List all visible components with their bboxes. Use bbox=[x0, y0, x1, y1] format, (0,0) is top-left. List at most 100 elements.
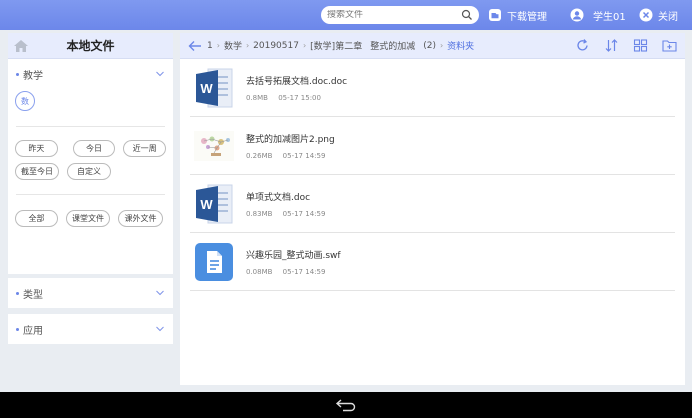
chevron-down-icon bbox=[156, 290, 164, 296]
breadcrumb-item[interactable]: 1 bbox=[207, 41, 213, 51]
close-icon bbox=[639, 8, 653, 22]
subject-section-header[interactable]: 教学 bbox=[8, 59, 173, 89]
breadcrumb-item[interactable]: 数学 bbox=[224, 39, 242, 52]
app-section-label: 应用 bbox=[23, 325, 43, 337]
home-icon bbox=[14, 39, 28, 52]
chevron-down-icon bbox=[156, 326, 164, 332]
search-box[interactable] bbox=[321, 6, 479, 24]
file-thumbnail bbox=[192, 240, 236, 284]
user-button[interactable]: 学生01 bbox=[570, 6, 626, 24]
bullet-dot bbox=[16, 72, 19, 76]
subject-filter-panel: 教学 数 昨天 今日 近一周 截至今日 自定义 全部 课堂文件 课外文件 bbox=[8, 59, 173, 274]
user-avatar-icon bbox=[570, 8, 584, 22]
toolbar bbox=[575, 38, 677, 53]
file-meta: 0.8MB 05-17 15:00 bbox=[246, 94, 347, 102]
new-folder-icon[interactable] bbox=[662, 38, 677, 53]
svg-text:W: W bbox=[200, 197, 213, 212]
file-row[interactable]: W 去括号拓展文档.doc.doc 0.8MB 05-17 15:00 bbox=[190, 59, 675, 117]
filter-custom[interactable]: 自定义 bbox=[67, 163, 111, 180]
file-row[interactable]: 兴趣乐园_整式动画.swf 0.08MB 05-17 14:59 bbox=[190, 233, 675, 291]
file-row[interactable]: W 单项式文档.doc 0.83MB 05-17 14:59 bbox=[190, 175, 675, 233]
filter-all[interactable]: 全部 bbox=[15, 210, 58, 227]
filter-extra-files[interactable]: 课外文件 bbox=[118, 210, 163, 227]
file-name: 兴趣乐园_整式动画.swf bbox=[246, 250, 341, 261]
filter-today[interactable]: 今日 bbox=[72, 140, 116, 157]
file-size: 0.8MB bbox=[246, 93, 268, 102]
home-button[interactable] bbox=[8, 33, 34, 59]
file-name: 去括号拓展文档.doc.doc bbox=[246, 76, 348, 87]
sort-icon[interactable] bbox=[604, 38, 619, 53]
type-section-header[interactable]: 类型 bbox=[8, 278, 173, 308]
breadcrumb-separator: › bbox=[245, 41, 250, 50]
download-manager-icon bbox=[489, 9, 501, 21]
close-label: 关闭 bbox=[658, 11, 678, 23]
file-name: 整式的加减图片2.png bbox=[246, 134, 335, 145]
bullet-dot bbox=[16, 327, 19, 331]
file-info: 整式的加减图片2.png 0.26MB 05-17 14:59 bbox=[246, 132, 335, 160]
user-name: 学生01 bbox=[593, 11, 626, 23]
breadcrumb-separator: › bbox=[216, 41, 220, 50]
breadcrumb-item[interactable]: 整式的加减 bbox=[370, 39, 415, 52]
grid-view-icon[interactable] bbox=[633, 38, 648, 53]
divider bbox=[16, 126, 165, 127]
left-panel-title: 本地文件 bbox=[66, 39, 115, 53]
file-icon bbox=[195, 242, 233, 281]
filter-class-files[interactable]: 课堂文件 bbox=[66, 210, 110, 227]
back-arrow-icon[interactable] bbox=[188, 40, 202, 52]
file-size: 0.83MB bbox=[246, 209, 273, 218]
file-info: 去括号拓展文档.doc.doc 0.8MB 05-17 15:00 bbox=[246, 74, 347, 102]
filter-last-week[interactable]: 近一周 bbox=[123, 140, 167, 157]
breadcrumb-separator: › bbox=[302, 41, 307, 50]
image-icon bbox=[194, 130, 234, 161]
bullet-dot bbox=[16, 291, 19, 295]
file-info: 单项式文档.doc 0.83MB 05-17 14:59 bbox=[246, 190, 333, 218]
search-icon[interactable] bbox=[461, 9, 473, 21]
breadcrumb-bar: 1 › 数学 › 20190517 › [数学]第二章 整式的加减 (2) › … bbox=[180, 33, 685, 59]
system-nav-bar bbox=[0, 392, 692, 418]
breadcrumb-current[interactable]: 资料夹 bbox=[447, 39, 474, 52]
breadcrumb-item[interactable]: [数学]第二章 bbox=[310, 39, 362, 52]
file-thumbnail bbox=[192, 124, 236, 168]
file-row[interactable]: 整式的加减图片2.png 0.26MB 05-17 14:59 bbox=[190, 117, 675, 175]
file-thumbnail: W bbox=[192, 182, 236, 226]
type-filter-panel: 类型 bbox=[8, 278, 173, 308]
left-panel-header: 本地文件 bbox=[8, 33, 173, 59]
file-meta: 0.83MB 05-17 14:59 bbox=[246, 210, 333, 218]
file-name: 单项式文档.doc bbox=[246, 192, 311, 203]
type-section-label: 类型 bbox=[23, 289, 43, 301]
file-list-panel: 1 › 数学 › 20190517 › [数学]第二章 整式的加减 (2) › … bbox=[180, 33, 685, 385]
file-size: 0.26MB bbox=[246, 151, 273, 160]
breadcrumb-separator: › bbox=[439, 41, 444, 50]
word-icon: W bbox=[196, 184, 233, 223]
filter-yesterday[interactable]: 昨天 bbox=[15, 140, 58, 157]
svg-text:W: W bbox=[200, 81, 213, 96]
app-filter-panel: 应用 bbox=[8, 314, 173, 344]
file-size: 0.08MB bbox=[246, 267, 273, 276]
app-section-header[interactable]: 应用 bbox=[8, 314, 173, 344]
file-date: 05-17 15:00 bbox=[278, 93, 321, 102]
download-manager-button[interactable]: 下载管理 bbox=[488, 6, 547, 24]
file-date: 05-17 14:59 bbox=[282, 267, 326, 276]
subject-badge-math[interactable]: 数 bbox=[15, 91, 35, 111]
subject-section-label: 教学 bbox=[23, 70, 43, 82]
time-filter-row-2: 截至今日 自定义 bbox=[8, 163, 173, 180]
divider bbox=[16, 194, 165, 195]
download-manager-label: 下载管理 bbox=[507, 11, 547, 23]
chevron-down-icon bbox=[156, 71, 164, 77]
refresh-icon[interactable] bbox=[575, 38, 590, 53]
file-date: 05-17 14:59 bbox=[282, 209, 326, 218]
top-bar: 下载管理 学生01 关闭 bbox=[0, 0, 692, 30]
time-filter-row-1: 昨天 今日 近一周 bbox=[8, 140, 173, 157]
word-icon: W bbox=[196, 68, 233, 107]
scope-filter-row: 全部 课堂文件 课外文件 bbox=[8, 210, 173, 227]
back-nav-icon[interactable] bbox=[335, 398, 357, 412]
file-date: 05-17 14:59 bbox=[282, 151, 326, 160]
left-panel: 本地文件 教学 数 昨天 今日 近一周 截至今日 自定义 全部 课堂文件 课外文… bbox=[8, 33, 173, 344]
filter-until-today[interactable]: 截至今日 bbox=[15, 163, 59, 180]
breadcrumb-item[interactable]: 20190517 bbox=[253, 41, 299, 51]
file-thumbnail: W bbox=[192, 66, 236, 110]
file-meta: 0.26MB 05-17 14:59 bbox=[246, 152, 335, 160]
search-input[interactable] bbox=[327, 10, 457, 20]
close-button[interactable]: 关闭 bbox=[639, 6, 678, 24]
breadcrumb-item[interactable]: (2) bbox=[423, 41, 436, 51]
